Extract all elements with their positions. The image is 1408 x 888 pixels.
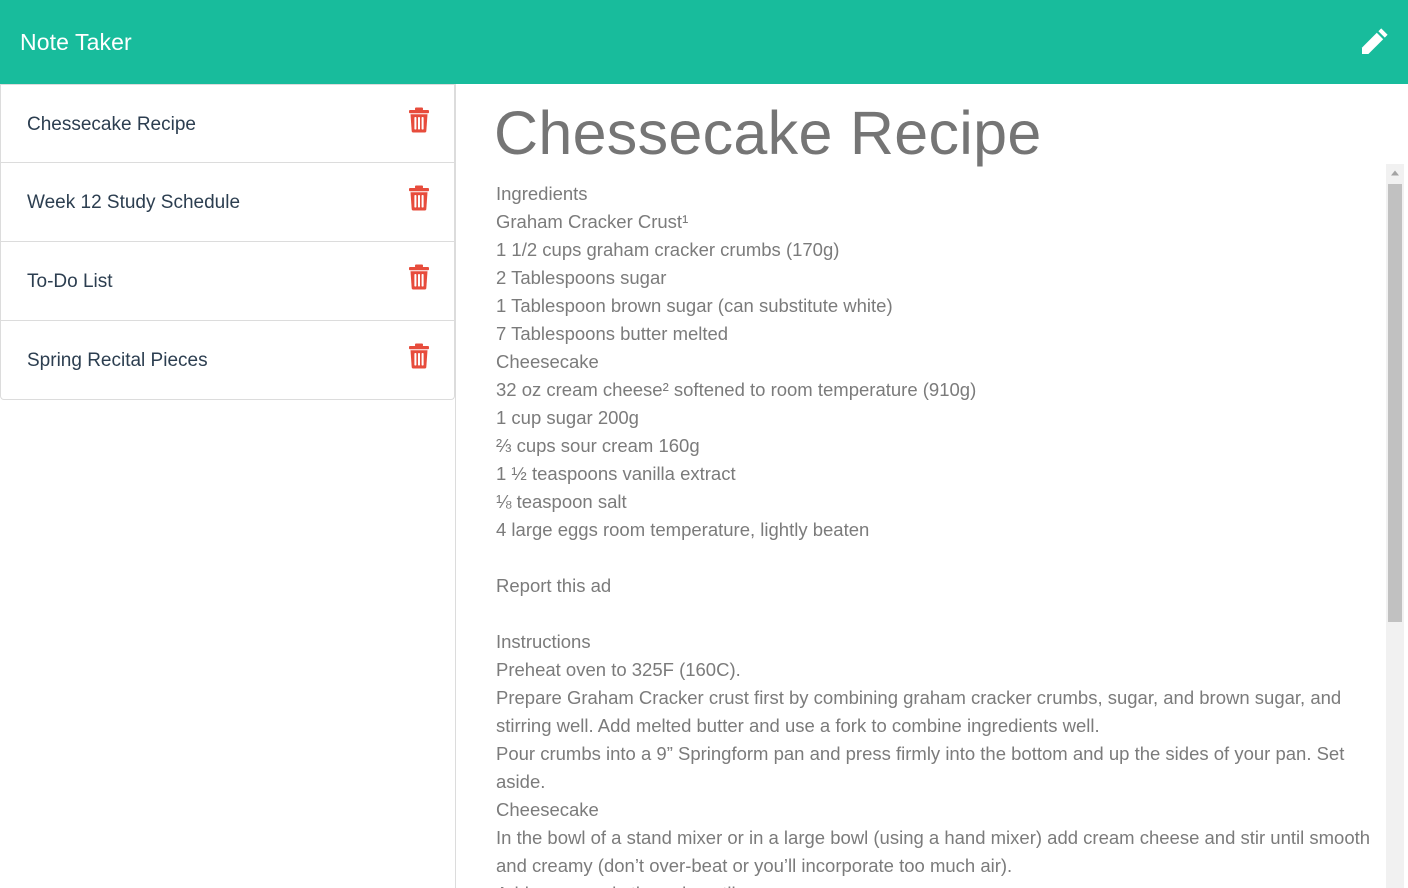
notes-sidebar: Chessecake Recipe Week 12 Study Schedule… <box>0 84 456 888</box>
note-scrollbar[interactable] <box>1386 164 1404 888</box>
note-textarea[interactable]: Ingredients Graham Cracker Crust¹ 1 1/2 … <box>496 180 1384 888</box>
note-list-item[interactable]: To-Do List <box>0 242 455 321</box>
chevron-up-icon <box>1391 170 1399 176</box>
note-list-item-title[interactable]: Chessecake Recipe <box>27 114 196 136</box>
trash-icon <box>409 264 429 290</box>
delete-note-button[interactable] <box>408 343 430 369</box>
note-text[interactable]: Ingredients Graham Cracker Crust¹ 1 1/2 … <box>496 180 1384 888</box>
note-list-item-title[interactable]: To-Do List <box>27 271 113 293</box>
delete-note-button[interactable] <box>408 107 430 133</box>
note-list-item-title[interactable]: Week 12 Study Schedule <box>27 192 240 214</box>
note-list-item-title[interactable]: Spring Recital Pieces <box>27 350 208 372</box>
note-title-input[interactable]: Chessecake Recipe <box>494 98 1042 168</box>
scrollbar-thumb[interactable] <box>1388 184 1402 622</box>
pencil-icon <box>1362 28 1388 54</box>
note-list-item[interactable]: Week 12 Study Schedule <box>0 163 455 242</box>
scroll-up-button[interactable] <box>1386 164 1404 182</box>
delete-note-button[interactable] <box>408 264 430 290</box>
trash-icon <box>409 343 429 369</box>
trash-icon <box>409 107 429 133</box>
delete-note-button[interactable] <box>408 185 430 211</box>
note-list-item[interactable]: Chessecake Recipe <box>0 84 455 163</box>
navbar: Note Taker <box>0 0 1408 84</box>
note-list: Chessecake Recipe Week 12 Study Schedule… <box>0 84 455 400</box>
note-list-item[interactable]: Spring Recital Pieces <box>0 321 455 400</box>
new-note-button[interactable] <box>1356 24 1392 60</box>
note-editor: Chessecake Recipe Ingredients Graham Cra… <box>456 84 1408 888</box>
trash-icon <box>409 185 429 211</box>
app-title[interactable]: Note Taker <box>20 29 132 56</box>
